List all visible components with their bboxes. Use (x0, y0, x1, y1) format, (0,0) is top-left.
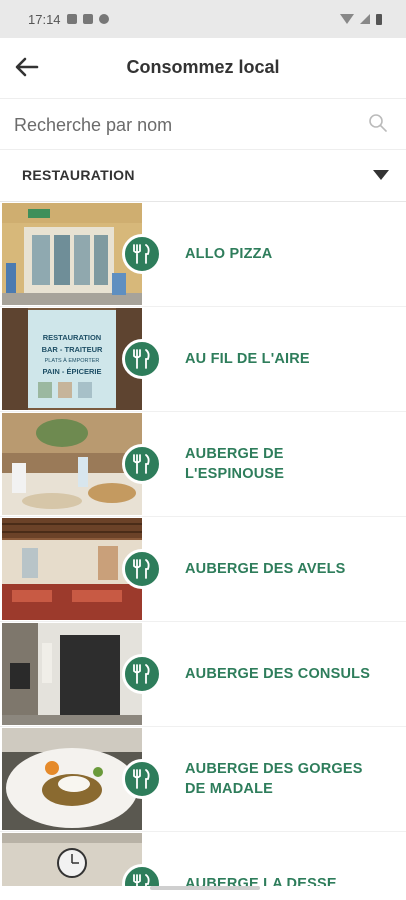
search-input[interactable] (12, 109, 356, 141)
item-name: AUBERGE DES GORGES DE MADALE (185, 761, 363, 797)
business-photo (2, 518, 142, 620)
signage-line3: PLATS À EMPORTER (45, 357, 100, 364)
wifi-icon (340, 14, 354, 24)
list-item[interactable]: ALLO PIZZA (0, 202, 406, 307)
search-icon[interactable] (368, 113, 388, 133)
business-photo (2, 728, 142, 830)
item-name: ALLO PIZZA (185, 246, 273, 262)
signage-line1: RESTAURATION (43, 333, 101, 342)
category-dropdown[interactable]: RESTAURATION (0, 150, 406, 202)
dropdown-caret-icon (373, 170, 389, 180)
business-photo (2, 623, 142, 725)
business-photo (2, 833, 142, 886)
category-label: RESTAURATION (22, 167, 135, 183)
notification-icon (82, 14, 93, 24)
signage-line4: PAIN - ÉPICERIE (42, 367, 101, 376)
list-item[interactable]: AUBERGE DE L'ESPINOUSE (0, 412, 406, 517)
list-item[interactable]: AUBERGE DES GORGES DE MADALE (0, 727, 406, 832)
list-item[interactable]: AUBERGE DES AVELS (0, 517, 406, 622)
status-left: 17:14 (28, 12, 109, 27)
battery-icon (376, 13, 382, 25)
restaurant-icon (122, 759, 162, 799)
item-name: AUBERGE DES CONSULS (185, 666, 371, 682)
list-item[interactable]: AUBERGE LA DESSE (0, 832, 406, 886)
signage-line2: BAR - TRAITEUR (42, 345, 103, 354)
restaurant-icon (122, 549, 162, 589)
home-indicator[interactable] (150, 886, 260, 890)
item-name: AUBERGE LA DESSE (185, 876, 337, 886)
item-name: AU FIL DE L'AIRE (185, 351, 310, 367)
list-item[interactable]: RESTAURATION BAR - TRAITEUR PLATS À EMPO… (0, 307, 406, 412)
restaurant-icon (122, 444, 162, 484)
list-item[interactable]: AUBERGE DES CONSULS (0, 622, 406, 727)
business-photo: RESTAURATION BAR - TRAITEUR PLATS À EMPO… (2, 308, 142, 410)
signal-icon (360, 14, 370, 24)
sync-icon (98, 14, 109, 24)
app-bar: Consommez local (0, 38, 406, 98)
status-bar: 17:14 (0, 0, 406, 38)
item-name: AUBERGE DES AVELS (185, 561, 346, 577)
search-bar (0, 98, 406, 150)
page-title: Consommez local (126, 57, 280, 77)
restaurant-icon (122, 654, 162, 694)
status-time: 17:14 (28, 11, 61, 27)
restaurant-icon (122, 339, 162, 379)
gallery-icon (66, 14, 77, 24)
status-right (340, 13, 382, 25)
business-photo (2, 413, 142, 515)
business-list: ALLO PIZZA RESTAURATION BAR - TRAITEUR P… (0, 202, 406, 886)
restaurant-icon (122, 234, 162, 274)
business-photo (2, 203, 142, 305)
item-name: AUBERGE DE L'ESPINOUSE (185, 446, 285, 482)
